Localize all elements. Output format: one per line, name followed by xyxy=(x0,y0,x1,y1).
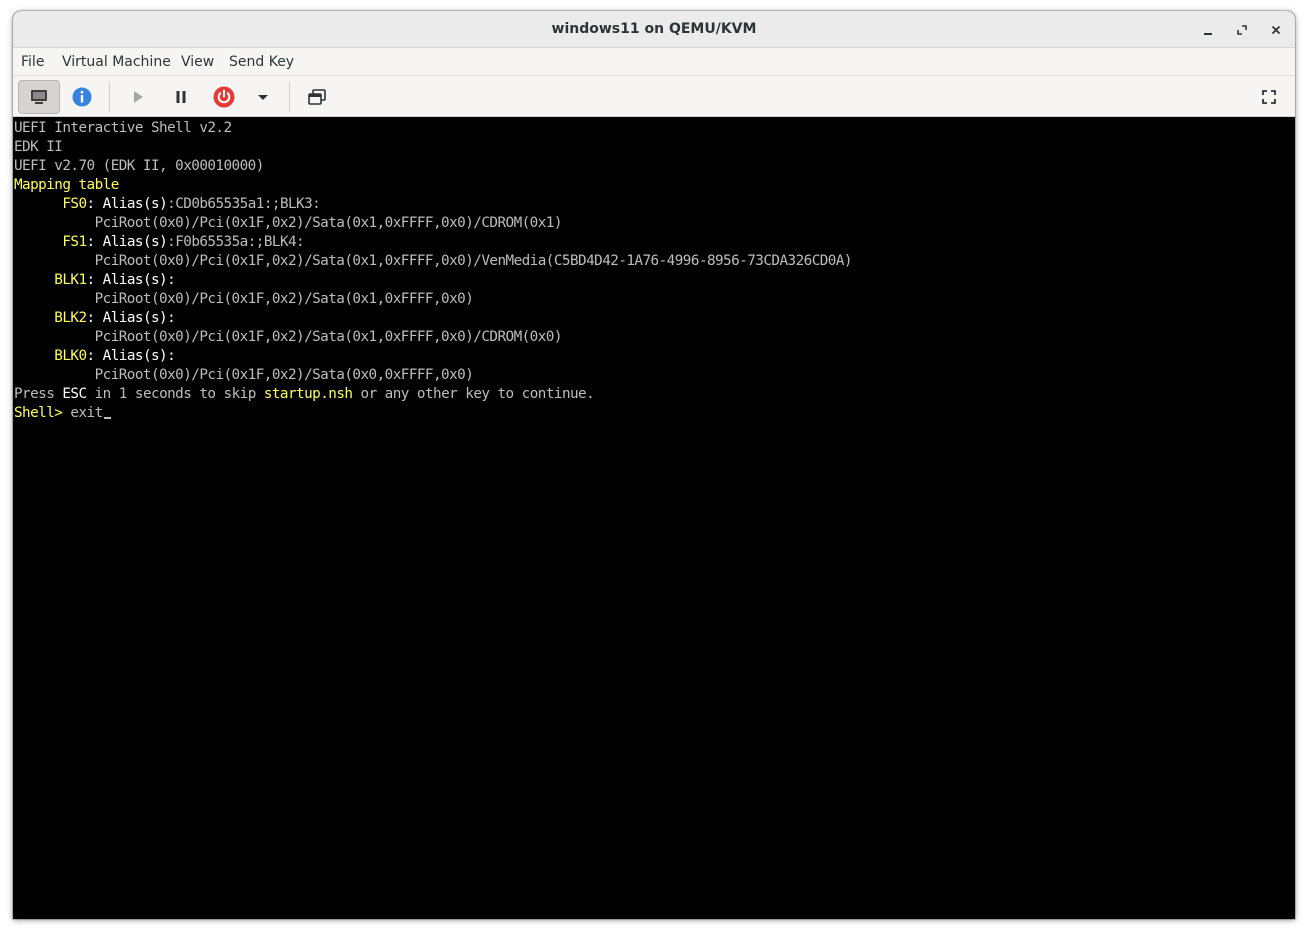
fullscreen-icon xyxy=(1262,90,1276,104)
vm-window: windows11 on QEMU/KVM File Virtual Machi… xyxy=(13,11,1295,919)
info-icon xyxy=(72,87,92,107)
mapping-path-blk2: PciRoot(0x0)/Pci(0x1F,0x2)/Sata(0x1,0xFF… xyxy=(94,329,563,345)
details-button[interactable] xyxy=(61,80,103,114)
menu-send-key[interactable]: Send Key xyxy=(222,48,301,75)
mapping-entry-blk0: BLK0: Alias(s): xyxy=(54,348,176,364)
menu-bar: File Virtual Machine View Send Key xyxy=(13,48,1295,75)
fullscreen-button[interactable] xyxy=(1248,80,1290,114)
minimize-icon xyxy=(1204,33,1212,35)
minimize-button[interactable] xyxy=(1197,19,1219,41)
snapshot-icon xyxy=(308,89,326,105)
toolbar-separator xyxy=(289,82,290,112)
pause-button[interactable] xyxy=(160,80,202,114)
mapping-path-fs1: PciRoot(0x0)/Pci(0x1F,0x2)/Sata(0x1,0xFF… xyxy=(94,253,853,269)
menu-view[interactable]: View xyxy=(174,48,221,75)
menu-virtual-machine[interactable]: Virtual Machine xyxy=(55,48,178,75)
play-icon xyxy=(134,91,143,103)
console-icon xyxy=(31,90,47,104)
close-icon xyxy=(1271,25,1281,35)
toolbar xyxy=(13,75,1295,117)
window-title: windows11 on QEMU/KVM xyxy=(551,21,757,37)
title-bar[interactable]: windows11 on QEMU/KVM xyxy=(13,11,1295,48)
menu-file[interactable]: File xyxy=(14,48,51,75)
power-icon xyxy=(213,86,235,108)
toolbar-separator xyxy=(109,82,110,112)
run-button[interactable] xyxy=(117,80,159,114)
mapping-entry-blk2: BLK2: Alias(s): xyxy=(54,310,176,326)
restore-icon xyxy=(1237,25,1247,35)
mapping-entry-fs0: FS0: Alias(s):CD0b65535a1:;BLK3: xyxy=(62,196,321,212)
mapping-path-fs0: PciRoot(0x0)/Pci(0x1F,0x2)/Sata(0x1,0xFF… xyxy=(94,215,563,231)
console-line: UEFI v2.70 (EDK II, 0x00010000) xyxy=(14,158,264,174)
shell-prompt: Shell> xyxy=(14,405,63,421)
startup-message: Press ESC in 1 seconds to skip startup.n… xyxy=(14,386,595,402)
shutdown-menu-button[interactable] xyxy=(244,80,282,114)
shell-command: exit xyxy=(62,405,103,421)
console-line: EDK II xyxy=(14,139,63,155)
mapping-path-blk0: PciRoot(0x0)/Pci(0x1F,0x2)/Sata(0x0,0xFF… xyxy=(94,367,474,383)
vm-console-display[interactable]: UEFI Interactive Shell v2.2 EDK II UEFI … xyxy=(13,118,1295,919)
snapshots-button[interactable] xyxy=(296,80,338,114)
dropdown-icon xyxy=(258,95,268,100)
pause-icon xyxy=(176,91,186,103)
console-view-button[interactable] xyxy=(18,80,60,114)
console-line: UEFI Interactive Shell v2.2 xyxy=(14,120,232,136)
restore-button[interactable] xyxy=(1231,19,1253,41)
text-cursor xyxy=(103,417,111,419)
shutdown-button[interactable] xyxy=(203,80,245,114)
mapping-entry-blk1: BLK1: Alias(s): xyxy=(54,272,176,288)
close-button[interactable] xyxy=(1265,19,1287,41)
shell-prompt-line[interactable]: Shell> exit xyxy=(14,404,111,423)
console-line: Mapping table xyxy=(14,177,119,193)
mapping-path-blk1: PciRoot(0x0)/Pci(0x1F,0x2)/Sata(0x1,0xFF… xyxy=(94,291,474,307)
mapping-entry-fs1: FS1: Alias(s):F0b65535a:;BLK4: xyxy=(62,234,305,250)
